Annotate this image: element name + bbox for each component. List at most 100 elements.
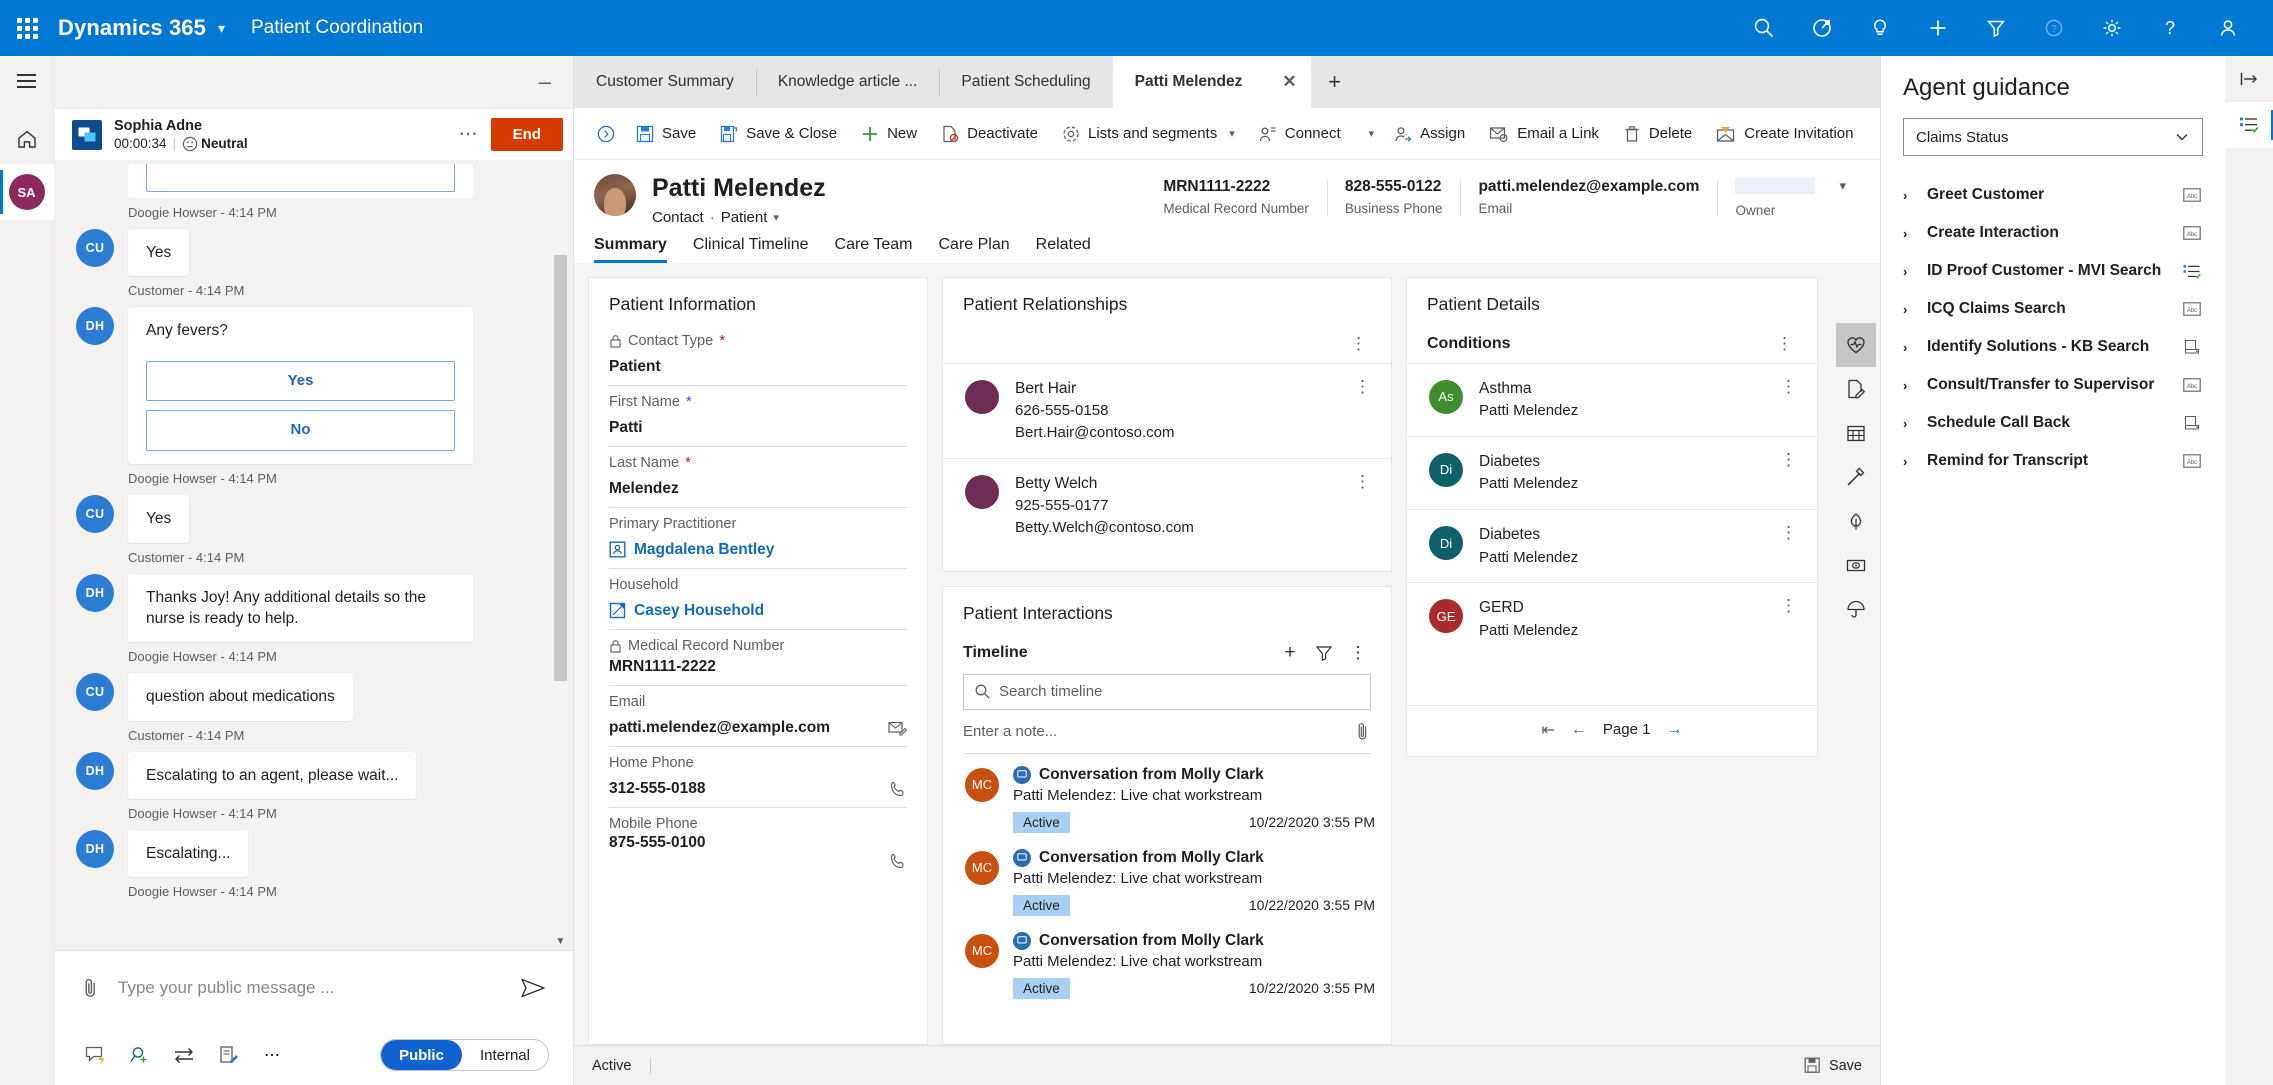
script-step-icq-claims-search[interactable]: › ICQ Claims Search Abc — [1903, 290, 2203, 328]
list-item-more-icon[interactable]: ⋮ — [1348, 378, 1377, 395]
script-step-identify-solutions[interactable]: › Identify Solutions - KB Search — [1903, 328, 2203, 366]
heart-pulse-icon[interactable] — [1836, 322, 1876, 367]
chevron-down-icon[interactable]: ▾ — [1225, 127, 1235, 140]
allergy-leaf-icon[interactable] — [1836, 499, 1876, 543]
list-item-more-icon[interactable]: ⋮ — [1348, 473, 1377, 490]
list-item-more-icon[interactable]: ⋮ — [1774, 451, 1803, 468]
scroll-down-icon[interactable]: ▼ — [554, 932, 567, 950]
insights-icon[interactable] — [1851, 0, 1909, 56]
next-page-icon[interactable]: → — [1666, 721, 1682, 739]
tab-knowledge-article[interactable]: Knowledge article ... — [755, 56, 940, 108]
adaptive-card-option-no[interactable]: No — [146, 410, 455, 452]
timeline-search-box[interactable] — [963, 673, 1371, 710]
phone-icon[interactable] — [881, 852, 907, 870]
new-button[interactable]: New — [849, 116, 929, 152]
header-field-email[interactable]: patti.melendez@example.com Email — [1460, 178, 1717, 218]
conversation-message-list[interactable]: Doogie Howser - 4:14 PM CU Yes Customer … — [54, 160, 573, 950]
field-home-phone[interactable]: Home Phone 312-555-0188 — [589, 747, 927, 807]
end-conversation-button[interactable]: End — [490, 118, 563, 151]
search-icon[interactable] — [1735, 0, 1793, 56]
tab-care-team[interactable]: Care Team — [835, 236, 913, 263]
help-circle-icon[interactable]: ? — [2025, 0, 2083, 56]
script-step-id-proof-customer[interactable]: › ID Proof Customer - MVI Search — [1903, 252, 2203, 290]
tab-clinical-timeline[interactable]: Clinical Timeline — [693, 236, 809, 263]
agent-script-checklist-icon[interactable] — [2225, 102, 2273, 148]
syringe-icon[interactable] — [1836, 455, 1876, 499]
transfer-icon[interactable] — [162, 1046, 206, 1064]
chevron-down-icon[interactable]: ▾ — [773, 211, 779, 224]
field-email[interactable]: Email patti.melendez@example.com — [589, 686, 927, 746]
field-value-lookup[interactable]: Magdalena Bentley — [609, 532, 907, 568]
delete-button[interactable]: Delete — [1611, 116, 1704, 152]
close-icon[interactable]: ✕ — [1242, 72, 1296, 92]
connect-button[interactable]: Connect — [1247, 116, 1353, 152]
field-household[interactable]: Household Casey Household — [589, 569, 927, 629]
script-step-greet-customer[interactable]: › Greet Customer Abc — [1903, 176, 2203, 214]
list-item[interactable]: Di Diabetes Patti Melendez ⋮ — [1407, 435, 1817, 509]
tab-related[interactable]: Related — [1036, 236, 1091, 263]
lists-and-segments-button[interactable]: Lists and segments ▾ — [1050, 116, 1247, 152]
field-mobile-phone[interactable]: Mobile Phone 875-555-0100 — [589, 808, 927, 870]
list-item[interactable]: Bert Hair 626-555-0158 Bert.Hair@contoso… — [943, 362, 1391, 458]
assistant-icon[interactable] — [1793, 0, 1851, 56]
list-item[interactable]: GE GERD Patti Melendez ⋮ — [1407, 582, 1817, 655]
header-field-business-phone[interactable]: 828-555-0122 Business Phone — [1326, 178, 1461, 218]
timeline-more-icon[interactable]: ⋮ — [1341, 638, 1375, 668]
relationships-more-icon[interactable]: ⋮ — [1344, 335, 1373, 352]
first-page-icon[interactable]: ⇤ — [1542, 720, 1555, 740]
question-icon[interactable]: ? — [2141, 0, 2199, 56]
timeline-add-icon[interactable]: + — [1273, 638, 1307, 668]
email-icon[interactable] — [880, 720, 907, 736]
conditions-more-icon[interactable]: ⋮ — [1770, 335, 1799, 352]
attachment-icon[interactable] — [74, 976, 108, 1000]
field-first-name[interactable]: First Name * Patti — [589, 386, 927, 446]
tab-care-plan[interactable]: Care Plan — [938, 236, 1009, 263]
minimize-icon[interactable]: – — [539, 71, 551, 93]
tab-customer-summary[interactable]: Customer Summary — [574, 56, 756, 108]
script-step-consult-transfer[interactable]: › Consult/Transfer to Supervisor Abc — [1903, 366, 2203, 404]
notes-icon[interactable] — [206, 1045, 250, 1065]
field-contact-type[interactable]: Contact Type * Patient — [589, 325, 927, 385]
list-item-more-icon[interactable]: ⋮ — [1774, 378, 1803, 395]
create-invitation-button[interactable]: Create Invitation — [1704, 116, 1865, 152]
script-step-remind-for-transcript[interactable]: › Remind for Transcript Abc — [1903, 442, 2203, 480]
script-step-create-interaction[interactable]: › Create Interaction Abc — [1903, 214, 2203, 252]
previous-page-icon[interactable]: ← — [1571, 721, 1587, 739]
list-item[interactable]: As Asthma Patti Melendez ⋮ — [1407, 362, 1817, 436]
tab-patti-melendez[interactable]: Patti Melendez ✕ — [1112, 56, 1311, 108]
save-button[interactable]: Save — [624, 116, 708, 152]
send-icon[interactable] — [513, 977, 553, 999]
site-map-hamburger-icon[interactable] — [0, 56, 54, 106]
timeline-filter-icon[interactable] — [1307, 638, 1341, 668]
status-save-button[interactable]: Save — [1804, 1057, 1862, 1074]
insurance-umbrella-icon[interactable] — [1836, 587, 1876, 631]
search-knowledge-icon[interactable] — [118, 1045, 162, 1065]
tab-patient-scheduling[interactable]: Patient Scheduling — [939, 56, 1112, 108]
connect-chevron[interactable]: ▾ — [1357, 116, 1383, 152]
gear-icon[interactable] — [2083, 0, 2141, 56]
header-field-owner[interactable]: Owner — [1717, 178, 1833, 218]
timeline-item[interactable]: MC Conversation from Molly Clark Patti M… — [943, 920, 1391, 1003]
timeline-item[interactable]: MC Conversation from Molly Clark Patti M… — [943, 754, 1391, 837]
composer-more-icon[interactable]: ⋯ — [250, 1045, 294, 1065]
deactivate-button[interactable]: Deactivate — [929, 116, 1050, 152]
header-expand-chevron-icon[interactable]: ▾ — [1833, 174, 1860, 194]
tab-summary[interactable]: Summary — [594, 236, 667, 263]
toggle-internal[interactable]: Internal — [462, 1040, 548, 1070]
field-value-lookup[interactable]: Casey Household — [609, 593, 907, 629]
expand-panel-icon[interactable] — [2225, 56, 2273, 102]
calendar-icon[interactable] — [1836, 411, 1876, 455]
field-primary-practitioner[interactable]: Primary Practitioner Magdalena Bentley — [589, 508, 927, 568]
field-last-name[interactable]: Last Name * Melendez — [589, 447, 927, 507]
adaptive-card-option-yes[interactable]: Yes — [146, 360, 455, 402]
user-profile-icon[interactable] — [2199, 0, 2257, 56]
script-step-schedule-call-back[interactable]: › Schedule Call Back — [1903, 404, 2203, 442]
timeline-search-input[interactable] — [991, 683, 1360, 701]
conversation-scrollbar[interactable]: ▼ — [554, 160, 567, 950]
script-selector[interactable]: Claims Status — [1903, 118, 2203, 156]
quick-create-icon[interactable] — [1909, 0, 1967, 56]
phone-icon[interactable] — [881, 780, 907, 798]
list-item-more-icon[interactable]: ⋮ — [1774, 524, 1803, 541]
conversation-more-icon[interactable]: ⋯ — [447, 123, 491, 146]
header-field-mrn[interactable]: MRN1111-2222 Medical Record Number — [1145, 178, 1327, 218]
